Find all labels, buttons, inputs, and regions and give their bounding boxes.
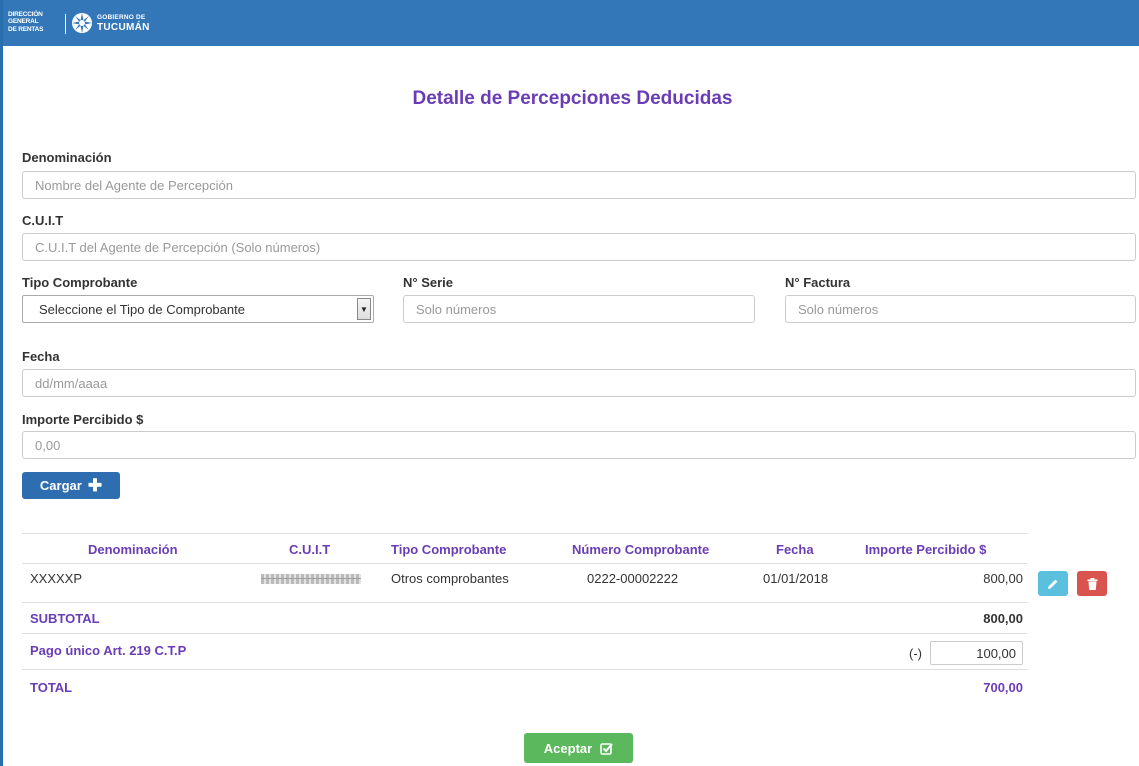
th-importe: Importe Percibido $: [865, 542, 987, 557]
logo-divider: [65, 14, 66, 34]
pencil-icon: [1048, 579, 1058, 589]
gobierno-tucuman-logo: GOBIERNO DE TUCUMÁN: [71, 11, 150, 35]
pago-unico-input[interactable]: [930, 641, 1023, 665]
row-denominacion: XXXXXP: [30, 571, 83, 586]
cargar-button-label: Cargar: [39, 478, 82, 493]
aceptar-button-label: Aceptar: [543, 740, 593, 756]
table-top-border: [22, 533, 1027, 534]
nro-factura-input[interactable]: [785, 295, 1136, 323]
pago-unico-sign: (-): [909, 646, 922, 661]
dropdown-arrow-icon[interactable]: ▼: [357, 298, 371, 320]
nro-serie-label: N° Serie: [403, 275, 454, 290]
cargar-button[interactable]: Cargar ✚: [22, 472, 120, 499]
page: DIRECCIÓN GENERAL DE RENTAS GOBIERNO DE …: [0, 0, 1139, 766]
th-numero-comprobante: Número Comprobante: [572, 542, 710, 557]
edit-row-button[interactable]: [1038, 571, 1068, 596]
row-border: [22, 602, 1027, 603]
dgr-logo-line-1: DIRECCIÓN: [8, 10, 43, 18]
pago-unico-label: Pago único Art. 219 C.T.P: [30, 643, 187, 658]
plus-icon: ✚: [87, 475, 103, 495]
denominacion-input[interactable]: [22, 171, 1136, 199]
tipo-comprobante-select[interactable]: Seleccione el Tipo de Comprobante ▼: [22, 295, 374, 323]
subtotal-value: 800,00: [983, 611, 1023, 626]
check-square-icon: [600, 742, 613, 755]
subtotal-border: [22, 633, 1027, 634]
aceptar-button[interactable]: Aceptar: [524, 733, 633, 763]
importe-label: Importe Percibido $: [22, 412, 144, 427]
row-numero: 0222-00002222: [587, 571, 679, 586]
dgr-logo: DIRECCIÓN GENERAL DE RENTAS: [8, 9, 43, 35]
page-title: Detalle de Percepciones Deducidas: [412, 88, 733, 109]
nro-factura-label: N° Factura: [785, 275, 851, 290]
trash-icon: [1087, 577, 1097, 590]
th-cuit: C.U.I.T: [289, 542, 331, 557]
dgr-logo-line-2: GENERAL: [8, 18, 39, 26]
gob-logo-line-1: GOBIERNO DE: [97, 13, 146, 21]
row-fecha: 01/01/2018: [763, 571, 829, 586]
row-tipo: Otros comprobantes: [391, 571, 509, 586]
tipo-comprobante-label: Tipo Comprobante: [22, 275, 138, 290]
dgr-logo-line-3: DE RENTAS: [8, 25, 44, 33]
th-denominacion: Denominación: [88, 542, 178, 557]
cuit-input[interactable]: [22, 233, 1136, 261]
tipo-comprobante-selected: Seleccione el Tipo de Comprobante: [39, 301, 245, 317]
gob-logo-line-2: TUCUMÁN: [97, 21, 150, 33]
delete-row-button[interactable]: [1077, 571, 1107, 596]
total-label: TOTAL: [30, 680, 73, 695]
th-tipo-comprobante: Tipo Comprobante: [391, 542, 507, 557]
table-header-border: [22, 563, 1027, 564]
pago-border: [22, 669, 1027, 670]
row-cuit-redacted: [261, 574, 361, 584]
denominacion-label: Denominación: [22, 150, 112, 165]
total-value: 700,00: [983, 680, 1023, 695]
header-bar: DIRECCIÓN GENERAL DE RENTAS GOBIERNO DE …: [3, 0, 1139, 46]
fecha-input[interactable]: [22, 369, 1136, 397]
row-importe: 800,00: [983, 571, 1023, 586]
fecha-label: Fecha: [22, 349, 60, 364]
importe-input[interactable]: [22, 431, 1136, 459]
tucuman-emblem-icon: [72, 13, 92, 33]
th-fecha: Fecha: [776, 542, 814, 557]
subtotal-label: SUBTOTAL: [30, 611, 100, 626]
cuit-label: C.U.I.T: [22, 213, 64, 228]
nro-serie-input[interactable]: [403, 295, 755, 323]
